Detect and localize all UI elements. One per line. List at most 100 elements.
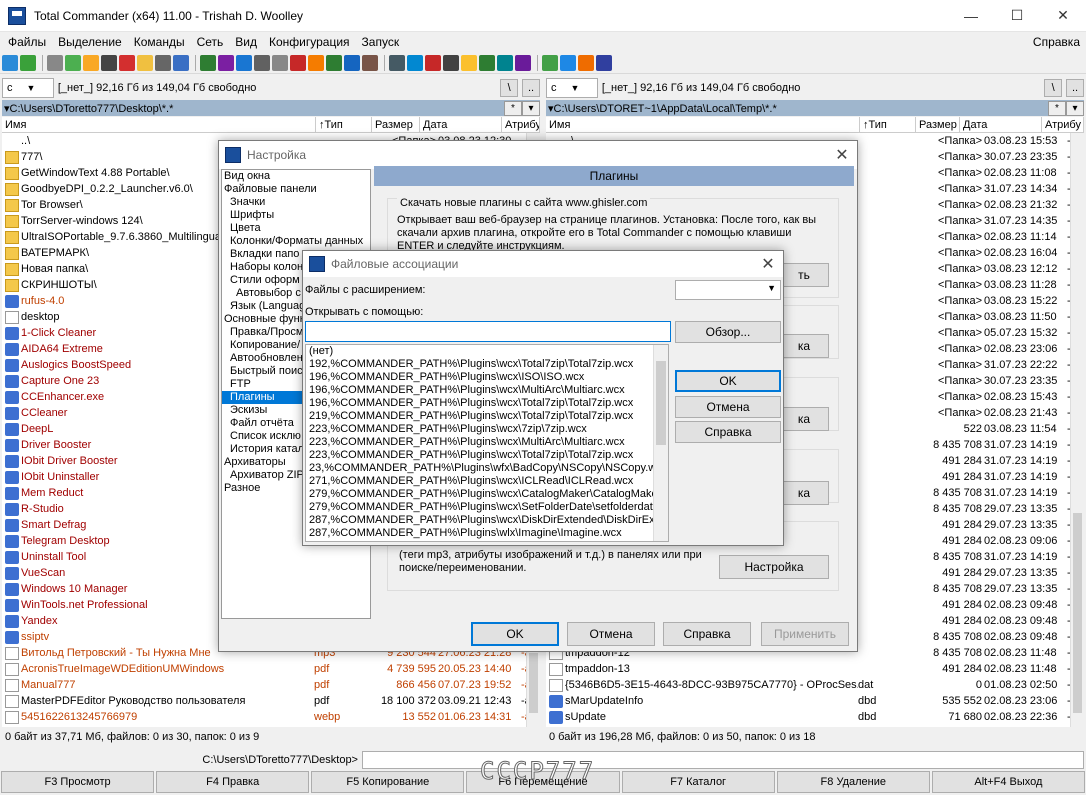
browse-button[interactable]: Обзор...: [675, 321, 781, 343]
toolbar-button-icon[interactable]: [155, 54, 171, 71]
program-list-item[interactable]: (нет): [306, 345, 668, 358]
file-row[interactable]: 545162261324576697​9 webp 13 552 01.06.23 1…: [2, 709, 526, 725]
col-size[interactable]: Размер: [916, 117, 960, 132]
col-date[interactable]: Дата: [960, 117, 1042, 132]
toolbar-button-icon[interactable]: [344, 54, 360, 71]
toolbar-button-icon[interactable]: [137, 54, 153, 71]
menu-item[interactable]: Конфигурация: [263, 35, 356, 49]
right-history-button[interactable]: *: [1048, 100, 1066, 116]
toolbar-button-icon[interactable]: [20, 54, 36, 71]
menu-item[interactable]: Запуск: [356, 35, 406, 49]
assoc-help-button[interactable]: Справка: [675, 421, 781, 443]
toolbar-button-icon[interactable]: [362, 54, 378, 71]
toolbar-button-icon[interactable]: [218, 54, 234, 71]
toolbar-button-icon[interactable]: [497, 54, 513, 71]
toolbar-button-icon[interactable]: [119, 54, 135, 71]
program-list-scroll-thumb[interactable]: [656, 361, 666, 445]
settings-tree-item[interactable]: Шрифты: [222, 209, 370, 222]
minimize-button[interactable]: —: [948, 0, 994, 32]
menu-item-help[interactable]: Справка: [1027, 35, 1086, 49]
toolbar-button-icon[interactable]: [461, 54, 477, 71]
toolbar-button-icon[interactable]: [200, 54, 216, 71]
toolbar-button-icon[interactable]: [2, 54, 18, 71]
close-icon[interactable]: ✕: [827, 145, 857, 165]
program-list-item[interactable]: 271,%COMMANDER_PATH%\Plugins\wcx\ICLRead…: [306, 475, 668, 488]
close-button[interactable]: ✕: [1040, 0, 1086, 32]
close-icon[interactable]: ✕: [753, 254, 783, 274]
left-history-button[interactable]: *: [504, 100, 522, 116]
menu-item[interactable]: Сеть: [191, 35, 230, 49]
settings-apply-button[interactable]: Применить: [761, 622, 849, 646]
toolbar-button-icon[interactable]: [290, 54, 306, 71]
toolbar-button-icon[interactable]: [389, 54, 405, 71]
right-scrollbar[interactable]: [1070, 133, 1084, 727]
toolbar-button-icon[interactable]: [65, 54, 81, 71]
program-list-item[interactable]: 192,%COMMANDER_PATH%\Plugins\wcx\Total7z…: [306, 358, 668, 371]
toolbar-button-icon[interactable]: [308, 54, 324, 71]
program-list-item[interactable]: 287,%COMMANDER_PATH%\Plugins\wcx\DiskDir…: [306, 514, 668, 527]
fkey-button[interactable]: Alt+F4 Выход: [931, 771, 1085, 793]
right-dropdown-button[interactable]: ▾: [1066, 100, 1084, 116]
menu-item[interactable]: Команды: [128, 35, 191, 49]
fkey-button[interactable]: F5 Копирование: [311, 771, 465, 793]
right-up-button[interactable]: ..: [1066, 79, 1084, 97]
command-input[interactable]: [362, 751, 1084, 769]
toolbar-button-icon[interactable]: [236, 54, 252, 71]
col-date[interactable]: Дата: [420, 117, 502, 132]
program-list-item[interactable]: 219,%COMMANDER_PATH%\Plugins\wcx\Total7z…: [306, 410, 668, 423]
program-list-item[interactable]: 279,%COMMANDER_PATH%\Plugins\wcx\SetFold…: [306, 501, 668, 514]
right-drive-select[interactable]: c ▼: [546, 78, 598, 98]
program-list-item[interactable]: 196,%COMMANDER_PATH%\Plugins\wcx\MultiAr…: [306, 384, 668, 397]
assoc-ok-button[interactable]: OK: [675, 370, 781, 392]
fkey-button[interactable]: F7 Каталог: [621, 771, 775, 793]
col-name[interactable]: Имя: [546, 117, 860, 132]
program-list-item[interactable]: 279,%COMMANDER_PATH%\Plugins\wcx\Catalog…: [306, 488, 668, 501]
toolbar-button-icon[interactable]: [596, 54, 612, 71]
settings-tree-item[interactable]: Колонки/Форматы данных: [222, 235, 370, 248]
assoc-cancel-button[interactable]: Отмена: [675, 396, 781, 418]
col-attr[interactable]: Атрибу: [502, 117, 540, 132]
menu-item[interactable]: Файлы: [2, 35, 52, 49]
toolbar-button-icon[interactable]: [515, 54, 531, 71]
left-drive-select[interactable]: c ▼: [2, 78, 54, 98]
col-ext[interactable]: ↑Тип: [860, 117, 916, 132]
left-root-button[interactable]: \: [500, 79, 519, 97]
left-up-button[interactable]: ..: [522, 79, 540, 97]
program-list-item[interactable]: 196,%COMMANDER_PATH%\Plugins\wcx\Total7z…: [306, 397, 668, 410]
col-attr[interactable]: Атрибу: [1042, 117, 1084, 132]
right-root-button[interactable]: \: [1044, 79, 1063, 97]
content-setup-button[interactable]: Настройка: [719, 555, 829, 579]
left-scroll-thumb[interactable]: [529, 653, 538, 713]
toolbar-button-icon[interactable]: [425, 54, 441, 71]
program-list-item[interactable]: 196,%COMMANDER_PATH%\Plugins\wcx\ISO\ISO…: [306, 371, 668, 384]
right-path-bar[interactable]: ▾C:\Users\DTORET~1\AppData\Local\Temp\*.…: [546, 100, 1084, 116]
settings-tree-item[interactable]: Цвета: [222, 222, 370, 235]
fkey-button[interactable]: F3 Просмотр: [1, 771, 155, 793]
settings-tree-item[interactable]: Значки: [222, 196, 370, 209]
file-row[interactable]: tmpaddon-13491 28402.08.23 11:48-a--: [546, 661, 1070, 677]
settings-tree-item[interactable]: Вид окна: [222, 170, 370, 183]
menu-item[interactable]: Выделение: [52, 35, 128, 49]
toolbar-button-icon[interactable]: [272, 54, 288, 71]
col-size[interactable]: Размер: [372, 117, 420, 132]
program-list-item[interactable]: 23,%COMMANDER_PATH%\Plugins\wfx\BadCopy\…: [306, 462, 668, 475]
open-with-input[interactable]: [305, 321, 671, 342]
right-scroll-thumb[interactable]: [1073, 513, 1082, 713]
program-list-item[interactable]: 223,%COMMANDER_PATH%\Plugins\wcx\MultiAr…: [306, 436, 668, 449]
toolbar-button-icon[interactable]: [560, 54, 576, 71]
toolbar-button-icon[interactable]: [479, 54, 495, 71]
settings-help-button[interactable]: Справка: [663, 622, 751, 646]
program-list[interactable]: (нет) 192,%COMMANDER_PATH%\Plugins\wcx\To…: [305, 344, 669, 542]
toolbar-button-icon[interactable]: [83, 54, 99, 71]
fkey-button[interactable]: F8 Удаление: [776, 771, 930, 793]
file-row[interactable]: MasterPDFEditor Руководство пользователя…: [2, 693, 526, 709]
program-list-item[interactable]: 223,%COMMANDER_PATH%\Plugins\wcx\Total7z…: [306, 449, 668, 462]
left-path-bar[interactable]: ▾C:\Users\DToretto777\Desktop\*.* * ▾: [2, 100, 540, 116]
toolbar-button-icon[interactable]: [47, 54, 63, 71]
menu-item[interactable]: Вид: [229, 35, 263, 49]
program-list-item[interactable]: 287,%COMMANDER_PATH%\Plugins\wlx\Imagine…: [306, 527, 668, 540]
toolbar-button-icon[interactable]: [254, 54, 270, 71]
toolbar-button-icon[interactable]: [578, 54, 594, 71]
maximize-button[interactable]: ☐: [994, 0, 1040, 32]
file-row[interactable]: sUpdatedbd71 68002.08.23 22:36-a--: [546, 709, 1070, 725]
